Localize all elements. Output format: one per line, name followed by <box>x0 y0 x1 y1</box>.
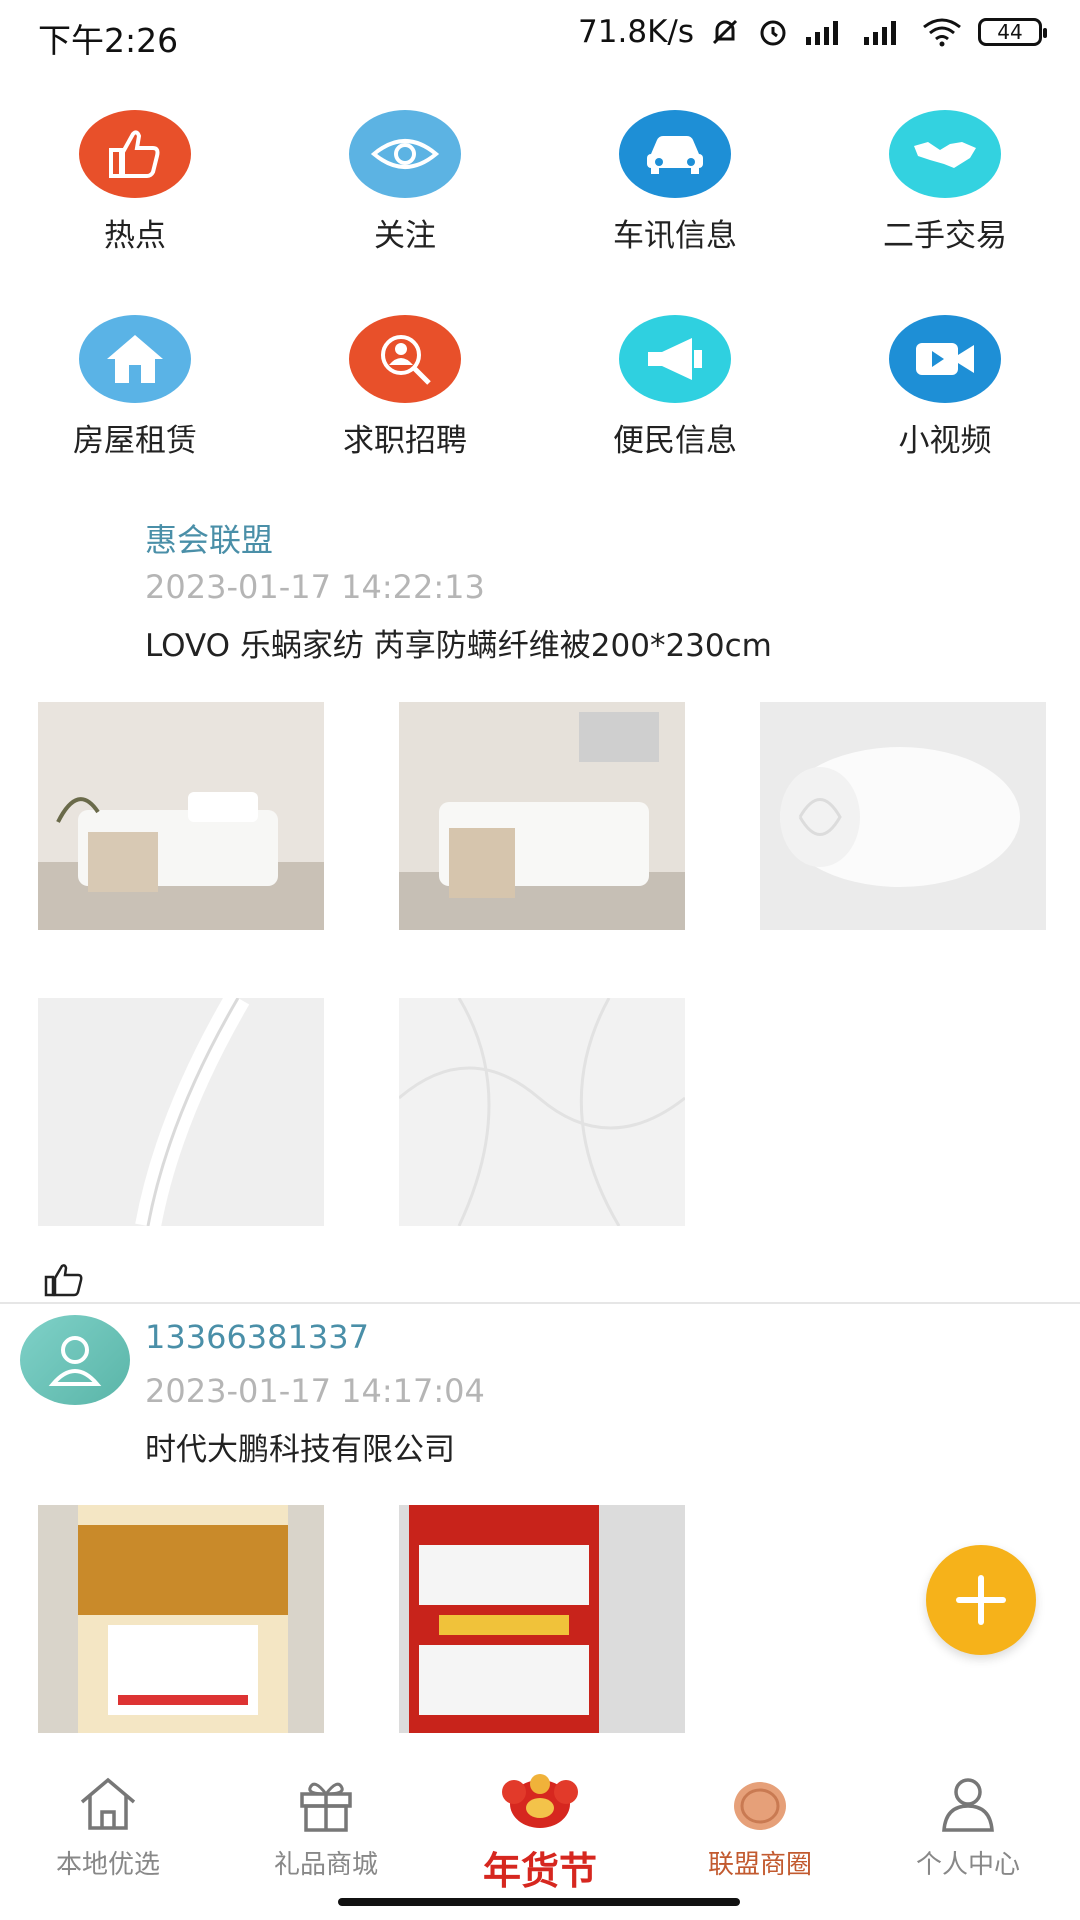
category-label: 便民信息 <box>613 423 737 459</box>
nav-gift-mall[interactable]: 礼品商城 <box>226 1774 426 1881</box>
circle-plate-icon <box>734 1782 786 1830</box>
post-title: LOVO 乐蜗家纺 芮享防螨纤维被200*230cm <box>145 628 772 664</box>
home-indicator[interactable] <box>338 1898 740 1906</box>
handshake-icon <box>889 110 1001 198</box>
wifi-icon <box>920 17 964 47</box>
thumbs-up-icon <box>79 110 191 198</box>
add-post-button[interactable] <box>926 1545 1036 1655</box>
eye-icon <box>349 110 461 198</box>
post-time: 2023-01-17 14:17:04 <box>145 1372 485 1410</box>
car-icon <box>619 110 731 198</box>
category-label: 车讯信息 <box>613 218 737 254</box>
status-time: 下午2:26 <box>38 21 179 60</box>
category-car-news[interactable]: 车讯信息 <box>575 110 775 255</box>
nav-label: 个人中心 <box>915 1850 1020 1880</box>
category-label: 房屋租赁 <box>73 423 197 459</box>
nav-profile[interactable]: 个人中心 <box>868 1774 1068 1881</box>
house-icon <box>79 315 191 403</box>
category-label: 关注 <box>374 218 436 254</box>
net-speed: 71.8K/s <box>578 14 694 50</box>
category-label: 求职招聘 <box>343 423 467 459</box>
battery-icon: 44 <box>978 18 1047 46</box>
post-image[interactable] <box>399 998 685 1226</box>
status-bar: 下午2:26 71.8K/s 44 <box>0 0 1080 72</box>
post-title: 时代大鹏科技有限公司 <box>145 1432 455 1468</box>
alarm-icon <box>756 15 790 49</box>
plus-icon <box>956 1575 1006 1625</box>
post-image[interactable] <box>399 1505 685 1733</box>
nav-local-select[interactable]: 本地优选 <box>8 1774 208 1881</box>
post-image[interactable] <box>399 702 685 930</box>
post-time: 2023-01-17 14:22:13 <box>145 568 485 606</box>
nav-new-year-festival[interactable]: 年货节 <box>430 1770 650 1895</box>
festival-lantern-icon <box>502 1774 578 1828</box>
video-camera-icon <box>889 315 1001 403</box>
category-housing[interactable]: 房屋租赁 <box>35 315 235 460</box>
signal-hd-icon <box>862 17 906 47</box>
avatar[interactable] <box>20 1315 130 1405</box>
category-jobs[interactable]: 求职招聘 <box>305 315 505 460</box>
bottom-nav: 本地优选 礼品商城 年货节 联盟商圈 个人中心 <box>0 1760 1080 1920</box>
nav-label: 联盟商圈 <box>707 1850 812 1880</box>
category-label: 热点 <box>104 218 166 254</box>
nav-alliance-circle[interactable]: 联盟商圈 <box>660 1774 860 1881</box>
category-follow[interactable]: 关注 <box>305 110 505 255</box>
post-author[interactable]: 13366381337 <box>145 1318 369 1356</box>
post-divider <box>0 1302 1080 1304</box>
signal-icon <box>804 17 848 47</box>
post-image[interactable] <box>38 702 324 930</box>
category-label: 小视频 <box>898 423 992 459</box>
post-image[interactable] <box>38 998 324 1226</box>
festival-label: 年货节 <box>482 1849 597 1893</box>
user-icon <box>942 1778 994 1832</box>
category-convenience[interactable]: 便民信息 <box>575 315 775 460</box>
post-author[interactable]: 惠会联盟 <box>145 515 273 561</box>
category-hot[interactable]: 热点 <box>35 110 235 255</box>
nav-label: 礼品商城 <box>273 1850 378 1880</box>
post-image[interactable] <box>38 1505 324 1733</box>
gift-icon <box>300 1782 352 1832</box>
home-icon <box>80 1777 136 1830</box>
post-image[interactable] <box>760 702 1046 930</box>
status-icons: 71.8K/s 44 <box>578 14 1047 50</box>
job-search-icon <box>349 315 461 403</box>
nav-label: 本地优选 <box>55 1850 160 1880</box>
mute-bell-icon <box>708 15 742 49</box>
category-label: 二手交易 <box>883 218 1007 254</box>
like-icon[interactable] <box>44 1263 84 1301</box>
category-second-hand[interactable]: 二手交易 <box>845 110 1045 255</box>
megaphone-icon <box>619 315 731 403</box>
category-short-video[interactable]: 小视频 <box>845 315 1045 460</box>
